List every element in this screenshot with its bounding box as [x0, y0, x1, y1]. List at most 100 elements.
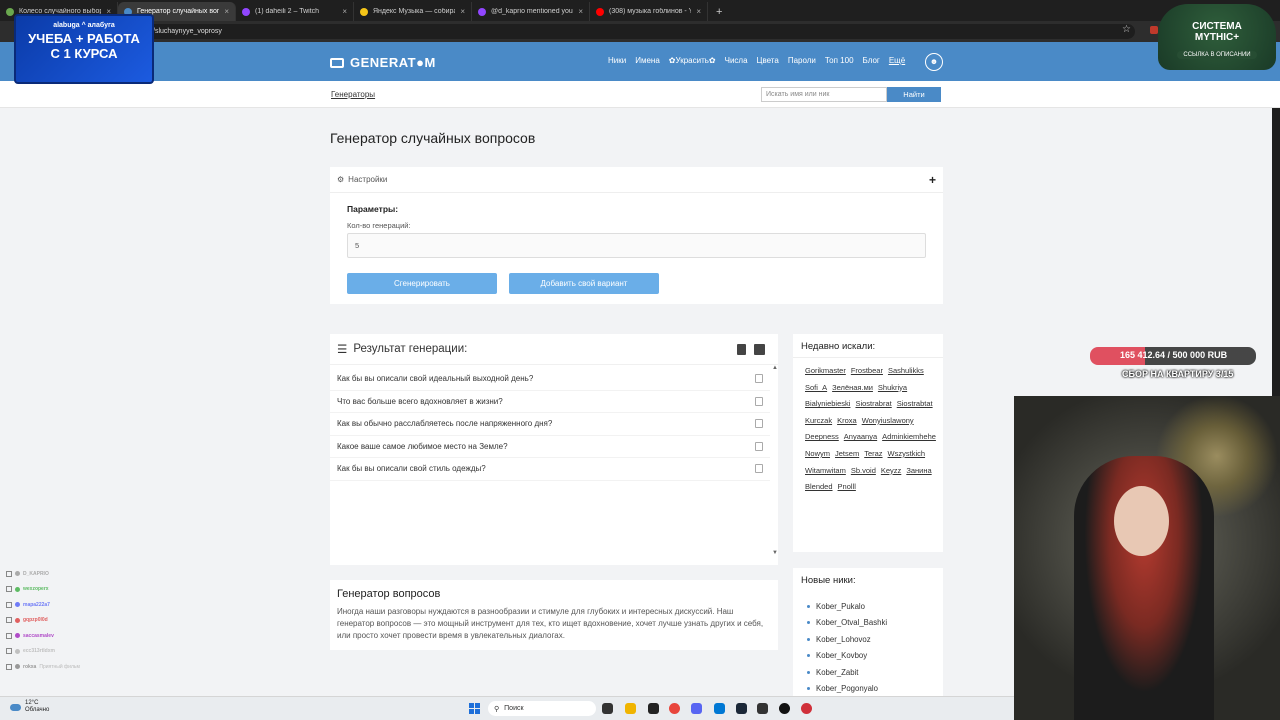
mythic-line-2: MYTHIC+	[1194, 32, 1240, 43]
recent-tag[interactable]: Bialyniebieski	[805, 398, 850, 410]
nav-item[interactable]: Топ 100	[825, 56, 854, 65]
recent-tag[interactable]: Deepness	[805, 431, 839, 443]
recent-tag[interactable]: Wonyiuslawony	[862, 415, 914, 427]
settings-panel: ⚙ Настройки + Параметры: Кол-во генераци…	[330, 167, 943, 304]
recent-tag[interactable]: Wszystkich	[888, 448, 926, 460]
promo-logos: alabuga ^ алабуга	[53, 22, 115, 29]
recent-tag[interactable]: Kroxa	[837, 415, 857, 427]
recent-tag[interactable]: Anyaanya	[844, 431, 877, 443]
extension-icon[interactable]	[1150, 26, 1158, 34]
promo-banner: alabuga ^ алабуга УЧЕБА + РАБОТА С 1 КУР…	[14, 14, 154, 84]
tab-close-icon[interactable]: ×	[696, 7, 701, 16]
weather-widget[interactable]: 12°C Облачно	[10, 700, 49, 714]
copy-icon[interactable]	[755, 441, 763, 451]
nav-item[interactable]: Ещё	[889, 56, 905, 65]
cloud-icon	[10, 703, 21, 711]
browser-tab[interactable]: (308) музыка гоблинов - YouT ×	[590, 2, 708, 21]
url-field[interactable]: /sluchaynyye_voprosy	[145, 24, 1135, 39]
steam-icon[interactable]	[736, 703, 747, 714]
copy-icon[interactable]	[755, 464, 763, 473]
file-explorer-icon[interactable]	[625, 703, 636, 714]
tab-close-icon[interactable]: ×	[342, 7, 347, 16]
main-nav: Ники Имена ✿Украсить✿ Числа Цвета Пароли Топ 1…	[608, 56, 905, 65]
app-icon[interactable]	[648, 703, 659, 714]
copy-icon[interactable]	[755, 374, 763, 383]
nav-item[interactable]: Пароли	[788, 56, 816, 65]
browser-tab[interactable]: (1) daheili 2 – Twitch ×	[236, 2, 354, 21]
copy-icon[interactable]	[755, 396, 763, 406]
tab-close-icon[interactable]: ×	[224, 7, 229, 16]
user-icon[interactable]: ☻	[925, 53, 943, 71]
nick-item[interactable]: Kober_Otval_Bashki	[807, 615, 887, 632]
bookmark-star-icon[interactable]: ☆	[1122, 24, 1131, 35]
chat-checkbox-icon	[6, 570, 12, 577]
recent-tag[interactable]: Keyzz	[881, 465, 901, 477]
tab-close-icon[interactable]: ×	[578, 7, 583, 16]
new-nicks-title: Новые ники:	[801, 575, 856, 586]
copy-all-icon[interactable]	[754, 344, 765, 355]
recent-tag[interactable]: Witamwitam	[805, 465, 846, 477]
record-icon[interactable]	[801, 703, 812, 714]
chat-text: Приятный фильм	[39, 663, 80, 670]
nick-item[interactable]: Kober_Pukalo	[807, 598, 887, 615]
taskbar-search[interactable]: ⚲ Поиск	[488, 701, 596, 716]
count-input[interactable]: 5	[347, 233, 926, 258]
count-label: Кол-во генераций:	[347, 221, 411, 230]
obs-icon[interactable]	[779, 703, 790, 714]
browser-tab[interactable]: @d_kaprio mentioned you ×	[472, 2, 590, 21]
copy-icon[interactable]	[755, 419, 763, 428]
scroll-down-arrow-icon[interactable]: ▼	[772, 550, 778, 556]
recent-tag[interactable]: Adminkiemhehe	[882, 431, 936, 443]
recent-tag[interactable]: Sofi_A	[805, 382, 827, 394]
recent-tag[interactable]: Sb.void	[851, 465, 876, 477]
recent-tag[interactable]: Jetsem	[835, 448, 859, 460]
recent-tag[interactable]: Занина	[906, 465, 931, 477]
edge-icon[interactable]	[714, 703, 725, 714]
nav-item[interactable]: Числа	[725, 56, 748, 65]
recent-tag[interactable]: Gorikmaster	[805, 365, 846, 377]
nav-item[interactable]: Ники	[608, 56, 626, 65]
add-variant-button[interactable]: Добавить свой вариант	[509, 273, 659, 294]
nav-item[interactable]: ✿Украсить✿	[669, 56, 716, 65]
streamer-face	[1114, 486, 1169, 556]
recent-tag[interactable]: Pnolll	[838, 481, 856, 493]
tab-close-icon[interactable]: ×	[460, 7, 465, 16]
chat-username: D_KAPRIO	[23, 570, 49, 577]
nick-item[interactable]: Kober_Kovboy	[807, 648, 887, 665]
stream-chat: D_KAPRIO wexzoperx mapa222a7 gqpzp0l0d sacca…	[6, 566, 176, 675]
recent-tag[interactable]: Sashulikks	[888, 365, 924, 377]
browser-tab[interactable]: Яндекс Музыка — собирает ×	[354, 2, 472, 21]
recent-tag[interactable]: Nowym	[805, 448, 830, 460]
recent-tag[interactable]: Siostrabrat	[855, 398, 891, 410]
nav-item[interactable]: Имена	[635, 56, 660, 65]
site-logo[interactable]: GENERAT●M	[330, 55, 436, 70]
search-input[interactable]: Искать имя или ник	[761, 87, 887, 102]
question-text: Что вас больше всего вдохновляет в жизни…	[337, 396, 503, 406]
discord-icon[interactable]	[691, 703, 702, 714]
recent-tag[interactable]: Siostrabtat	[897, 398, 933, 410]
nav-item[interactable]: Блог	[863, 56, 880, 65]
recent-tag[interactable]: Kurczak	[805, 415, 832, 427]
settings-header[interactable]: ⚙ Настройки	[330, 167, 943, 193]
nick-item[interactable]: Kober_Lohovoz	[807, 631, 887, 648]
generate-button[interactable]: Сгенерировать	[347, 273, 497, 294]
scroll-up-arrow-icon[interactable]: ▲	[772, 365, 778, 371]
new-tab-icon[interactable]: +	[708, 6, 730, 21]
nick-item[interactable]: Kober_Zabit	[807, 664, 887, 681]
recent-tag[interactable]: Teraz	[864, 448, 882, 460]
recent-tag[interactable]: Shukriya	[878, 382, 907, 394]
breadcrumb[interactable]: Генераторы	[331, 90, 375, 99]
gears-icon: ⚙	[337, 175, 345, 184]
nav-item[interactable]: Цвета	[757, 56, 779, 65]
recent-tag[interactable]: Blended	[805, 481, 833, 493]
expand-plus-icon[interactable]: +	[929, 173, 936, 187]
recent-tag[interactable]: Зелёная.ми	[832, 382, 873, 394]
search-button[interactable]: Найти	[887, 87, 941, 102]
chrome-icon[interactable]	[669, 703, 680, 714]
lock-app-icon[interactable]	[757, 703, 768, 714]
task-view-icon[interactable]	[602, 703, 613, 714]
nick-item[interactable]: Kober_Pogonyalo	[807, 681, 887, 698]
windows-start-icon[interactable]	[469, 703, 480, 714]
trash-icon[interactable]	[737, 344, 746, 355]
recent-tag[interactable]: Frostbear	[851, 365, 883, 377]
